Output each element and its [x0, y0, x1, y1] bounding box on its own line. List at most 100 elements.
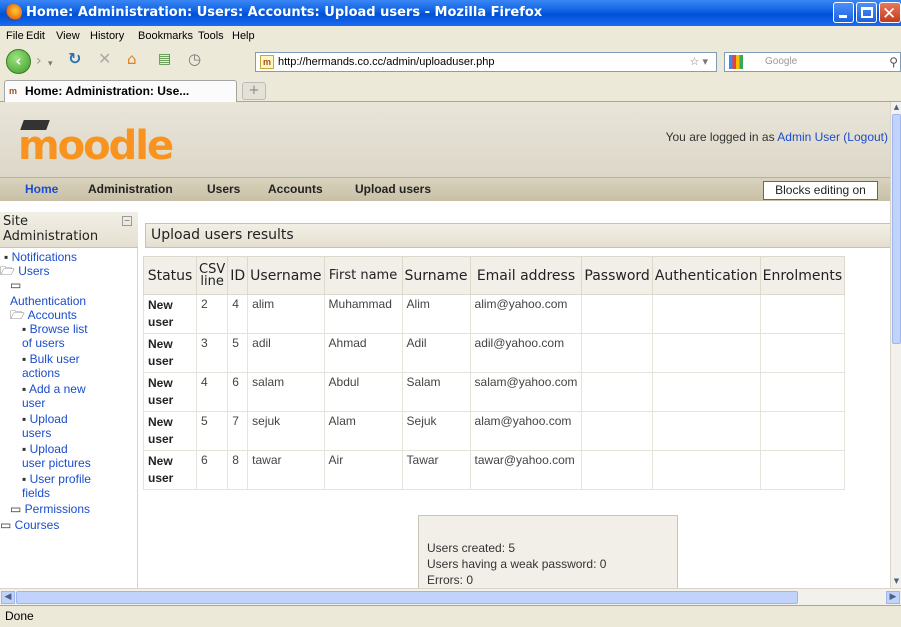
tab-bar: m Home: Administration: Use... + — [0, 76, 901, 102]
vertical-scrollbar[interactable]: ▲ ▼ — [890, 102, 901, 588]
clock-icon[interactable]: ◷ — [188, 52, 201, 67]
google-icon — [729, 55, 743, 69]
browser-window: Home: Administration: Users: Accounts: U… — [0, 0, 901, 627]
col-username: Username — [247, 256, 325, 295]
table-row: New user 6 8 tawar Air Tawar tawar@yahoo… — [143, 450, 846, 490]
folder-closed-icon: ▭ — [10, 502, 25, 516]
tab-active[interactable]: m Home: Administration: Use... — [4, 80, 237, 102]
col-status: Status — [143, 256, 197, 295]
table-row: New user 5 7 sejuk Alam Sejuk alam@yahoo… — [143, 411, 846, 451]
summary-created: Users created: 5 — [427, 541, 516, 555]
sidebar-item-profile-fields[interactable]: ▪ User profile — [22, 472, 91, 486]
summary-weak-password: Users having a weak password: 0 — [427, 557, 607, 571]
scroll-up-icon[interactable]: ▲ — [892, 103, 901, 113]
vertical-scroll-thumb[interactable] — [892, 114, 901, 344]
sidebar-item-permissions[interactable]: ▭ Permissions — [10, 502, 90, 516]
forward-button[interactable]: › — [36, 54, 42, 68]
col-id: ID — [227, 256, 249, 295]
new-tab-button[interactable]: + — [242, 82, 266, 100]
addon-icon[interactable]: ▤ — [158, 52, 171, 66]
summary-errors: Errors: 0 — [427, 573, 474, 587]
col-enrolments: Enrolments — [759, 256, 846, 295]
sidebar-item-browse-users[interactable]: ▪ Browse list — [22, 322, 88, 336]
sidebar-item-add-user-cont[interactable]: user — [22, 396, 45, 410]
menu-bar: File Edit View History Bookmarks Tools H… — [0, 26, 901, 46]
firefox-icon — [5, 4, 22, 21]
moodle-logo[interactable]: moodle — [18, 120, 174, 166]
sidebar-item-users[interactable]: 🗁 Users — [0, 264, 50, 278]
col-surname: Surname — [401, 256, 471, 295]
menu-tools[interactable]: Tools — [198, 26, 224, 46]
sidebar-item-courses[interactable]: ▭ Courses — [0, 518, 59, 532]
menu-edit[interactable]: Edit — [26, 26, 45, 46]
scroll-down-icon[interactable]: ▼ — [892, 577, 901, 587]
folder-icon: ▭ — [10, 278, 22, 292]
search-placeholder: Google — [765, 56, 798, 67]
crumb-accounts[interactable]: Accounts — [268, 182, 323, 196]
sidebar-item-bulk-actions-cont[interactable]: actions — [22, 366, 60, 380]
moodle-header: moodle You are logged in as Admin User (… — [0, 102, 890, 177]
home-button[interactable]: ⌂ — [127, 52, 137, 67]
minimize-button[interactable] — [833, 2, 854, 23]
scroll-right-icon[interactable]: ▶ — [886, 591, 900, 604]
search-bar[interactable]: Google ⚲ — [724, 52, 901, 72]
title-bar: Home: Administration: Users: Accounts: U… — [0, 0, 901, 26]
login-info: You are logged in as Admin User (Logout) — [665, 130, 888, 144]
upload-summary-box: Users created: 5 Users having a weak pas… — [418, 515, 678, 588]
stop-button[interactable]: ✕ — [98, 51, 111, 67]
bookmark-star-icon[interactable]: ☆ ▾ — [690, 53, 708, 71]
menu-view[interactable]: View — [56, 26, 80, 46]
back-button[interactable]: ‹ — [6, 49, 31, 74]
logout-link[interactable]: (Logout) — [843, 130, 888, 144]
page-title: Upload users results — [145, 223, 890, 248]
window-title: Home: Administration: Users: Accounts: U… — [26, 5, 543, 20]
sidebar-item-bulk-actions[interactable]: ▪ Bulk user — [22, 352, 80, 366]
site-administration-block: Site Administration − ▪ Notifications 🗁 … — [0, 212, 138, 588]
sidebar-item-authentication[interactable]: Authentication — [10, 294, 86, 308]
crumb-users[interactable]: Users — [207, 182, 240, 196]
menu-help[interactable]: Help — [232, 26, 255, 46]
site-favicon: m — [260, 55, 274, 69]
crumb-administration[interactable]: Administration — [88, 182, 173, 196]
horizontal-scrollbar[interactable]: ◀ ▶ — [0, 588, 901, 605]
menu-bookmarks[interactable]: Bookmarks — [138, 26, 193, 46]
sidebar-item-accounts[interactable]: 🗁 Accounts — [10, 308, 77, 322]
horizontal-scroll-thumb[interactable] — [16, 591, 798, 604]
sidebar-item-profile-fields-cont[interactable]: fields — [22, 486, 50, 500]
sidebar-item-upload-pictures[interactable]: ▪ Upload — [22, 442, 68, 456]
crumb-home[interactable]: Home — [25, 182, 58, 196]
navigation-toolbar: ‹ › ▾ ↻ ✕ ⌂ ▤ ◷ m http://hermands.co.cc/… — [0, 46, 901, 76]
tab-title: Home: Administration: Use... — [25, 84, 190, 98]
reload-button[interactable]: ↻ — [68, 51, 81, 67]
scroll-left-icon[interactable]: ◀ — [1, 591, 15, 604]
sidebar-item-upload-users[interactable]: ▪ Upload — [22, 412, 68, 426]
block-header: Site Administration − — [0, 212, 138, 248]
folder-open-icon: 🗁 — [0, 264, 19, 278]
folder-closed-icon: ▭ — [0, 518, 15, 532]
col-csv-line: CSV line — [195, 256, 229, 295]
tab-favicon: m — [9, 86, 18, 96]
col-email: Email address — [469, 256, 583, 295]
sidebar-item-browse-users-cont[interactable]: of users — [22, 336, 65, 350]
results-table: Status CSV line ID Username First name S… — [143, 256, 846, 490]
table-header-row: Status CSV line ID Username First name S… — [143, 256, 846, 295]
menu-file[interactable]: File — [6, 26, 24, 46]
col-password: Password — [581, 256, 653, 295]
collapse-block-icon[interactable]: − — [122, 216, 132, 226]
sidebar-item-upload-users-cont[interactable]: users — [22, 426, 51, 440]
history-dropdown-icon[interactable]: ▾ — [48, 57, 53, 71]
close-button[interactable]: ✕ — [879, 2, 901, 24]
profile-link[interactable]: Admin User — [777, 130, 840, 144]
url-text: http://hermands.co.cc/admin/uploaduser.p… — [278, 56, 495, 68]
table-row: New user 2 4 alim Muhammad Alim alim@yah… — [143, 294, 846, 334]
url-bar[interactable]: m http://hermands.co.cc/admin/uploaduser… — [255, 52, 717, 72]
sidebar-item-notifications[interactable]: ▪ Notifications — [4, 250, 77, 264]
crumb-upload-users: Upload users — [355, 182, 432, 196]
blocks-editing-button[interactable]: Blocks editing on — [763, 181, 878, 200]
menu-history[interactable]: History — [90, 26, 124, 46]
search-icon[interactable]: ⚲ — [889, 53, 898, 71]
maximize-button[interactable] — [856, 2, 877, 23]
sidebar-item-upload-pictures-cont[interactable]: user pictures — [22, 456, 91, 470]
table-row: New user 4 6 salam Abdul Salam salam@yah… — [143, 372, 846, 412]
sidebar-item-add-user[interactable]: ▪ Add a new — [22, 382, 86, 396]
